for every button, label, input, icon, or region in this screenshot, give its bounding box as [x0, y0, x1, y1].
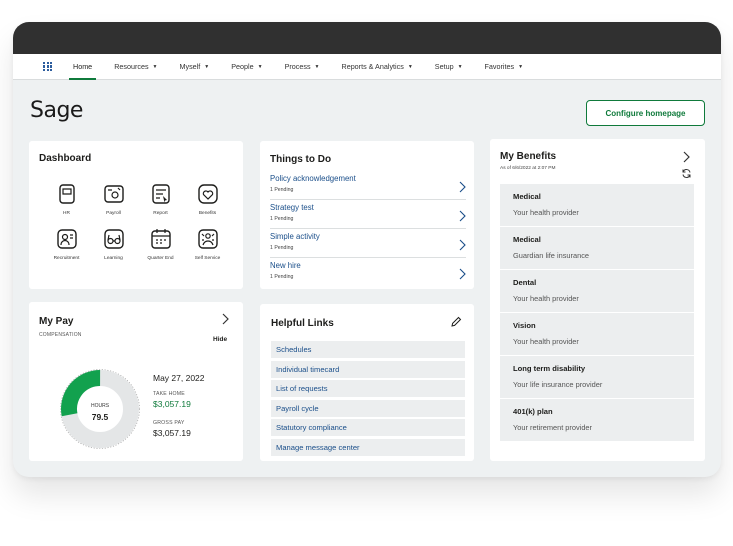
report-icon: [150, 183, 172, 205]
dashboard-item-learning[interactable]: Learning: [90, 228, 137, 261]
nav-myself[interactable]: Myself ▼: [180, 54, 210, 80]
todo-item[interactable]: Strategy test 1 Pending: [270, 201, 466, 229]
dashboard-item-benefits[interactable]: Benefits: [184, 183, 231, 216]
benefits-as-of: As of 6/6/2022 at 2:07 PM: [500, 166, 556, 171]
self-service-icon: [197, 228, 219, 250]
chevron-right-icon: [458, 267, 466, 285]
dashboard-item-report[interactable]: Report: [137, 183, 184, 216]
pay-date: May 27, 2022: [153, 373, 205, 383]
hours-donut-chart: [60, 369, 140, 449]
nav-favorites[interactable]: Favorites ▼: [485, 54, 524, 80]
nav-resources[interactable]: Resources ▼: [114, 54, 157, 80]
benefit-item[interactable]: 401(k) plan Your retirement provider: [500, 399, 694, 441]
app-window: Home Resources ▼ Myself ▼ People ▼ Process ▼…: [13, 22, 721, 477]
helpful-links-title: Helpful Links: [271, 318, 334, 329]
benefit-item[interactable]: Vision Your health provider: [500, 313, 694, 355]
caret-down-icon: ▼: [257, 63, 263, 70]
my-pay-title: My Pay: [39, 316, 74, 327]
chevron-right-icon: [458, 209, 466, 227]
link-item[interactable]: Manage message center: [271, 439, 465, 456]
link-item[interactable]: List of requests: [271, 380, 465, 397]
recruitment-icon: [56, 228, 78, 250]
learning-icon: [103, 228, 125, 250]
gross-pay-label: GROSS PAY: [153, 420, 185, 426]
app-grid-icon[interactable]: [43, 61, 53, 72]
nav-reports-analytics[interactable]: Reports & Analytics ▼: [342, 54, 413, 80]
take-home-value: $3,057.19: [153, 399, 191, 409]
benefit-item[interactable]: Dental Your health provider: [500, 270, 694, 312]
dashboard-item-payroll[interactable]: Payroll: [90, 183, 137, 216]
todo-item[interactable]: Policy acknowledgement 1 Pending: [270, 172, 466, 200]
take-home-label: TAKE HOME: [153, 391, 185, 397]
nav-people[interactable]: People ▼: [231, 54, 262, 80]
refresh-icon[interactable]: [681, 166, 692, 184]
main-navigation: Home Resources ▼ Myself ▼ People ▼ Process ▼…: [13, 54, 721, 80]
things-to-do-title: Things to Do: [270, 154, 332, 165]
things-to-do-card: Things to Do Policy acknowledgement 1 Pe…: [260, 141, 474, 289]
caret-down-icon: ▼: [152, 63, 158, 70]
chevron-right-icon: [458, 180, 466, 198]
dashboard-item-quarter-end[interactable]: Quarter End: [137, 228, 184, 261]
payroll-icon: [103, 183, 125, 205]
caret-down-icon: ▼: [407, 63, 413, 70]
helpful-links-card: Helpful Links Schedules Individual timec…: [260, 304, 474, 461]
dashboard-item-hr[interactable]: HR: [43, 183, 90, 216]
link-item[interactable]: Individual timecard: [271, 361, 465, 378]
caret-down-icon: ▼: [204, 63, 210, 70]
caret-down-icon: ▼: [314, 63, 320, 70]
todo-item[interactable]: Simple activity 1 Pending: [270, 230, 466, 258]
dashboard-title: Dashboard: [39, 153, 92, 164]
link-item[interactable]: Payroll cycle: [271, 400, 465, 417]
hide-toggle[interactable]: Hide: [213, 336, 227, 343]
benefit-item[interactable]: Long term disability Your life insurance…: [500, 356, 694, 398]
link-item[interactable]: Schedules: [271, 341, 465, 358]
my-benefits-card: My Benefits As of 6/6/2022 at 2:07 PM Me…: [490, 139, 705, 461]
dashboard-item-recruitment[interactable]: Recruitment: [43, 228, 90, 261]
hours-label: HOURS: [90, 403, 110, 409]
chevron-right-icon: [458, 238, 466, 256]
chevron-right-icon[interactable]: [220, 312, 230, 330]
dashboard-item-self-service[interactable]: Self Service: [184, 228, 231, 261]
nav-process[interactable]: Process ▼: [285, 54, 320, 80]
gross-pay-value: $3,057.19: [153, 428, 191, 438]
todo-item[interactable]: New hire 1 Pending: [270, 259, 466, 287]
quarter-end-icon: [150, 228, 172, 250]
hours-value: 79.5: [91, 412, 109, 422]
configure-homepage-button[interactable]: Configure homepage: [586, 100, 705, 126]
dashboard-card: Dashboard HR Payroll Report Benefits Rec…: [29, 141, 243, 289]
pencil-icon[interactable]: [450, 315, 462, 333]
benefits-icon: [197, 183, 219, 205]
hr-icon: [56, 183, 78, 205]
window-top-bar: [13, 22, 721, 54]
nav-setup[interactable]: Setup ▼: [435, 54, 463, 80]
my-pay-subtitle: COMPENSATION: [39, 332, 82, 338]
nav-home[interactable]: Home: [68, 54, 97, 80]
benefit-item[interactable]: Medical Guardian life insurance: [500, 227, 694, 269]
sage-logo: Sage: [30, 98, 83, 123]
caret-down-icon: ▼: [457, 63, 463, 70]
my-pay-card: My Pay COMPENSATION Hide HOURS 79.5 May …: [29, 302, 243, 461]
link-item[interactable]: Statutory compliance: [271, 419, 465, 436]
my-benefits-title: My Benefits: [500, 151, 557, 162]
benefit-item[interactable]: Medical Your health provider: [500, 184, 694, 226]
caret-down-icon: ▼: [518, 63, 524, 70]
